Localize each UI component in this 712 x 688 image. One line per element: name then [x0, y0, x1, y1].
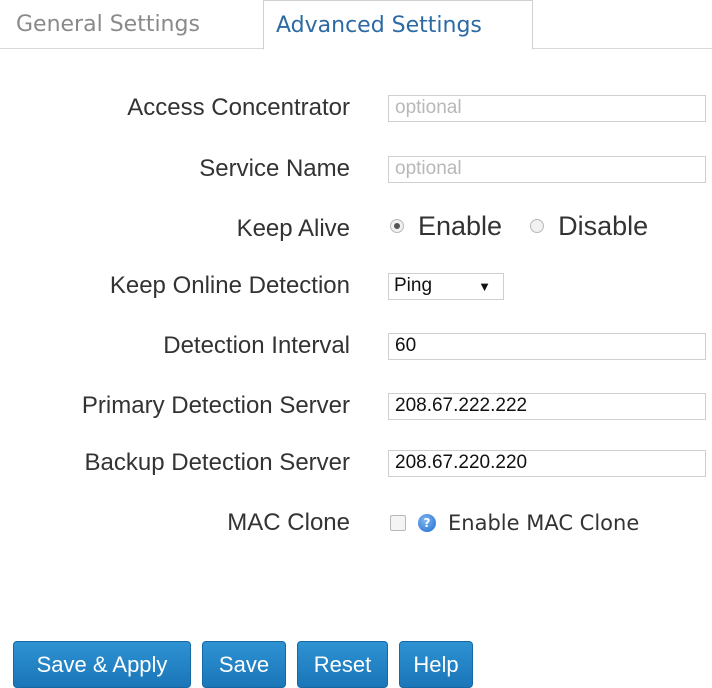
- primary-detection-server-label: Primary Detection Server: [81, 392, 350, 419]
- backup-detection-server-label: Backup Detection Server: [84, 449, 350, 476]
- mac-clone-checkbox[interactable]: [390, 515, 406, 531]
- mac-clone-row: MAC Clone ? Enable MAC Clone: [0, 503, 712, 543]
- mac-clone-checkbox-label[interactable]: Enable MAC Clone: [448, 511, 639, 535]
- keep-alive-radio-group: Enable Disable: [390, 211, 676, 242]
- keep-alive-enable-option[interactable]: Enable: [390, 211, 502, 242]
- detection-interval-label: Detection Interval: [163, 332, 350, 359]
- access-concentrator-label: Access Concentrator: [127, 94, 350, 121]
- save-and-apply-button[interactable]: Save & Apply: [13, 641, 191, 688]
- keep-alive-row: Keep Alive Enable Disable: [0, 206, 712, 246]
- keep-alive-label: Keep Alive: [236, 215, 350, 242]
- chevron-down-icon: ▼: [478, 278, 491, 294]
- backup-detection-server-row: Backup Detection Server: [0, 443, 712, 483]
- service-name-input[interactable]: [388, 155, 706, 183]
- service-name-row: Service Name: [0, 149, 712, 189]
- primary-detection-server-input[interactable]: [388, 392, 706, 420]
- backup-detection-server-input[interactable]: [388, 449, 706, 477]
- save-button[interactable]: Save: [202, 641, 286, 688]
- keep-online-detection-value: Ping: [394, 275, 433, 296]
- keep-alive-disable-label: Disable: [558, 210, 649, 241]
- service-name-label: Service Name: [199, 155, 350, 182]
- help-button[interactable]: Help: [399, 641, 473, 688]
- access-concentrator-row: Access Concentrator: [0, 88, 712, 128]
- keep-online-detection-select[interactable]: Ping ▼: [388, 272, 504, 300]
- help-icon[interactable]: ?: [418, 514, 436, 532]
- detection-interval-input[interactable]: [388, 332, 706, 360]
- primary-detection-server-row: Primary Detection Server: [0, 386, 712, 426]
- reset-button[interactable]: Reset: [297, 641, 388, 688]
- keep-alive-enable-label: Enable: [418, 210, 503, 241]
- keep-alive-disable-option[interactable]: Disable: [530, 211, 648, 242]
- mac-clone-label: MAC Clone: [227, 509, 350, 536]
- settings-tabs: General Settings Advanced Settings: [0, 0, 712, 50]
- keep-alive-enable-radio[interactable]: [390, 219, 404, 233]
- action-buttons: Save & Apply Save Reset Help: [13, 641, 484, 688]
- tab-advanced-settings[interactable]: Advanced Settings: [263, 0, 533, 50]
- keep-alive-disable-radio[interactable]: [530, 219, 545, 233]
- keep-online-detection-row: Keep Online Detection Ping ▼: [0, 266, 712, 306]
- access-concentrator-input[interactable]: [388, 94, 706, 122]
- keep-online-detection-label: Keep Online Detection: [109, 272, 350, 299]
- tab-general-settings[interactable]: General Settings: [0, 0, 258, 49]
- tab-general-settings-label: General Settings: [16, 12, 200, 37]
- tab-advanced-settings-label: Advanced Settings: [276, 12, 482, 38]
- detection-interval-row: Detection Interval: [0, 326, 712, 366]
